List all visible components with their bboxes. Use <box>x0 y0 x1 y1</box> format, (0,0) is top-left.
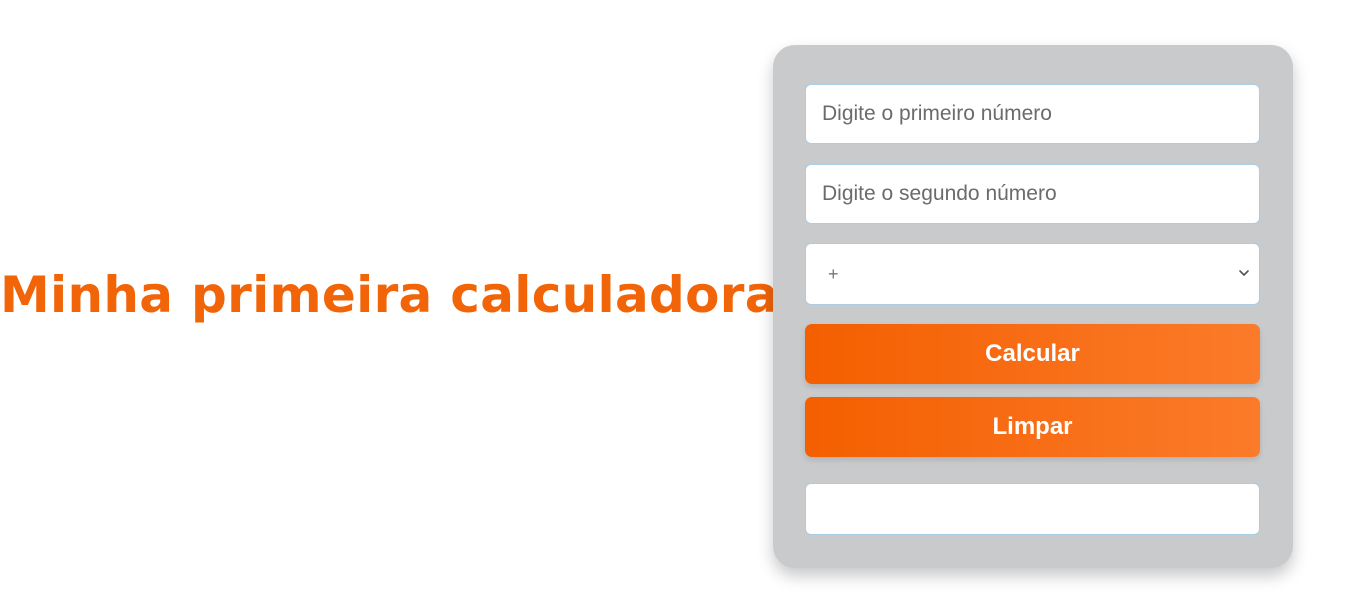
first-number-input[interactable] <box>805 84 1260 144</box>
clear-button[interactable]: Limpar <box>805 397 1260 457</box>
chevron-down-icon <box>1239 270 1249 276</box>
second-number-input[interactable] <box>805 164 1260 224</box>
calculator-card: + Calcular Limpar <box>773 45 1293 568</box>
operation-select[interactable]: + <box>805 243 1260 305</box>
operation-selected-value: + <box>828 263 839 284</box>
calculate-button[interactable]: Calcular <box>805 324 1260 384</box>
page-title: Minha primeira calculadora <box>0 266 779 324</box>
page: Minha primeira calculadora + Calcular Li… <box>0 0 1363 614</box>
result-field <box>805 483 1260 535</box>
